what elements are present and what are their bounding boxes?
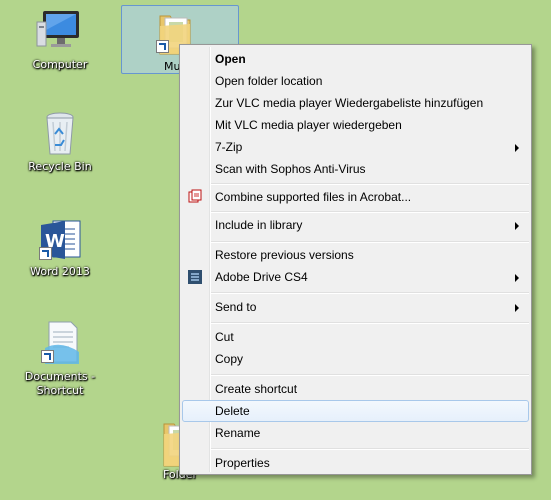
menu-item-label: Mit VLC media player wiedergeben	[215, 118, 402, 132]
menu-item-acrobat-combine[interactable]: Combine supported files in Acrobat...	[182, 186, 529, 208]
menu-item-label: Send to	[215, 300, 257, 314]
menu-separator	[211, 292, 529, 294]
menu-item-label: 7-Zip	[215, 140, 243, 154]
submenu-arrow-icon	[515, 274, 519, 282]
menu-item-label: Copy	[215, 352, 244, 366]
submenu-arrow-icon	[515, 304, 519, 312]
menu-separator	[211, 374, 529, 376]
selected-folder-label: Mu	[164, 60, 181, 73]
shortcut-arrow-icon	[41, 350, 54, 363]
menu-item-label: Scan with Sophos Anti-Virus	[215, 162, 366, 176]
menu-item-7zip[interactable]: 7-Zip	[182, 136, 529, 158]
menu-item-label: Properties	[215, 456, 270, 470]
submenu-arrow-icon	[515, 222, 519, 230]
menu-item-sophos-scan[interactable]: Scan with Sophos Anti-Virus	[182, 158, 529, 180]
desktop-icon-label: Recycle Bin	[28, 160, 92, 173]
adobe-drive-icon	[187, 269, 203, 285]
documents-icon	[37, 318, 83, 368]
menu-separator	[211, 322, 529, 324]
menu-item-label: Combine supported files in Acrobat...	[215, 190, 412, 204]
shortcut-arrow-icon	[156, 40, 169, 53]
menu-item-properties[interactable]: Properties	[182, 452, 529, 474]
menu-item-label: Restore previous versions	[215, 248, 354, 262]
menu-item-adobe-drive[interactable]: Adobe Drive CS4	[182, 266, 529, 288]
menu-item-label: Open folder location	[215, 74, 323, 88]
menu-item-open-folder-location[interactable]: Open folder location	[182, 70, 529, 92]
acrobat-icon	[187, 189, 203, 205]
menu-item-rename[interactable]: Rename	[182, 422, 529, 444]
menu-item-label: Cut	[215, 330, 234, 344]
menu-separator	[211, 211, 529, 213]
menu-item-label: Create shortcut	[215, 382, 298, 396]
desktop-icon-recycle-bin[interactable]: Recycle Bin	[15, 110, 105, 174]
menu-item-label: Rename	[215, 426, 261, 440]
menu-separator	[211, 241, 529, 243]
menu-item-vlc-add-playlist[interactable]: Zur VLC media player Wiedergabeliste hin…	[182, 92, 529, 114]
menu-item-copy[interactable]: Copy	[182, 348, 529, 370]
menu-item-delete[interactable]: Delete	[182, 400, 529, 422]
menu-item-open[interactable]: Open	[182, 48, 529, 70]
submenu-arrow-icon	[515, 144, 519, 152]
desktop-icon-label: Word 2013	[30, 265, 90, 278]
menu-separator	[211, 183, 529, 185]
menu-item-label: Delete	[215, 404, 250, 418]
menu-item-send-to[interactable]: Send to	[182, 296, 529, 318]
menu-item-restore-previous-versions[interactable]: Restore previous versions	[182, 244, 529, 266]
menu-item-vlc-play[interactable]: Mit VLC media player wiedergeben	[182, 114, 529, 136]
menu-item-label: Open	[215, 52, 246, 66]
menu-separator	[211, 448, 529, 450]
menu-item-create-shortcut[interactable]: Create shortcut	[182, 378, 529, 400]
desktop-icon-label: Documents - Shortcut	[24, 370, 96, 397]
desktop-icon-computer[interactable]: Computer	[15, 8, 105, 72]
menu-item-label: Adobe Drive CS4	[215, 270, 308, 284]
menu-item-include-in-library[interactable]: Include in library	[182, 214, 529, 236]
word-icon: W	[37, 217, 83, 263]
desktop-icon-word-2013[interactable]: W Word 2013	[15, 217, 105, 279]
recycle-bin-icon	[40, 110, 80, 158]
context-menu: Open Open folder location Zur VLC media …	[179, 44, 532, 475]
menu-item-label: Include in library	[215, 218, 303, 232]
desktop-icon-documents-shortcut[interactable]: Documents - Shortcut	[15, 318, 105, 398]
shortcut-arrow-icon	[39, 247, 52, 260]
menu-item-label: Zur VLC media player Wiedergabeliste hin…	[215, 96, 484, 110]
desktop-icon-label: Computer	[32, 58, 88, 71]
menu-item-cut[interactable]: Cut	[182, 326, 529, 348]
computer-icon	[35, 8, 85, 56]
